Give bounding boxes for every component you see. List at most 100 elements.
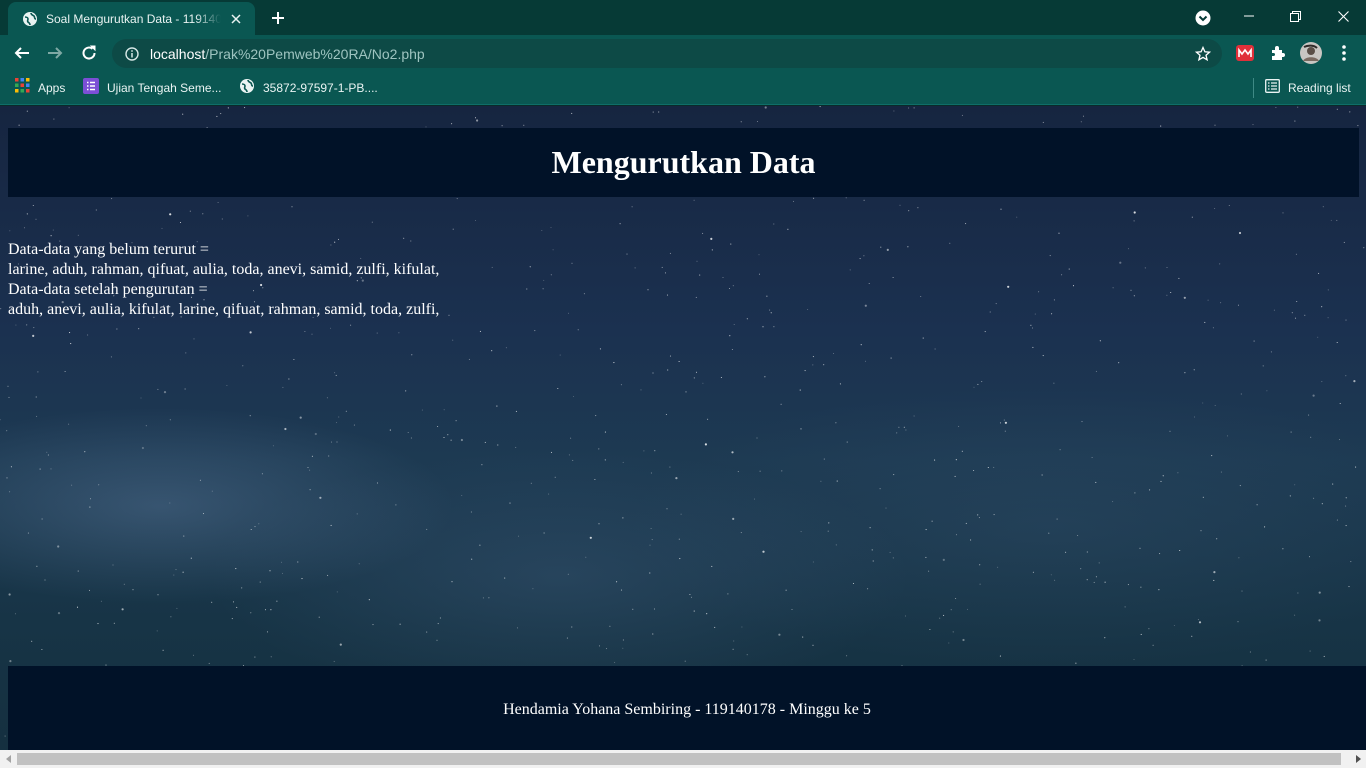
new-tab-button[interactable] [266,6,290,30]
star-dot [740,532,742,534]
star-dot [554,476,556,478]
star-dot [896,432,898,434]
bookmark-label: 35872-97597-1-PB.... [263,81,378,95]
star-dot [169,213,172,216]
minimize-button[interactable] [1226,0,1272,32]
star-dot [756,120,759,123]
star-dot [791,608,793,611]
star-dot [1166,266,1168,269]
avatar[interactable] [1300,42,1322,64]
menu-kebab-icon[interactable] [1333,42,1355,64]
scrollbar-thumb[interactable] [17,753,1341,765]
star-dot [598,448,600,450]
star-dot [276,600,278,602]
bookmark-apps[interactable]: Apps [15,77,65,99]
star-dot [812,364,814,366]
star-dot [1127,584,1129,586]
star-dot [399,623,401,625]
close-tab-icon[interactable] [227,10,245,28]
star-dot [1289,495,1291,497]
footer-text: Hendamia Yohana Sembiring - 119140178 - … [503,701,871,718]
scroll-right-arrow-icon[interactable] [1349,750,1366,768]
star-dot [802,636,804,638]
page-content: Data-data yang belum terurut = larine, a… [8,240,439,320]
star-dot [31,640,33,642]
extension-icon[interactable] [1234,42,1256,64]
star-dot [411,354,413,356]
star-dot [501,125,503,127]
bookmark-star-icon[interactable] [1194,45,1212,63]
star-dot [931,520,933,522]
star-dot [52,229,54,231]
url-text: localhost/Prak%20Pemweb%20RA/No2.php [150,46,425,62]
horizontal-scrollbar[interactable] [0,750,1366,768]
star-dot [616,581,618,583]
star-dot [532,588,534,590]
star-dot [110,356,112,358]
star-dot [244,107,246,109]
star-dot [481,464,483,466]
reading-list-button[interactable]: Reading list [1265,77,1351,99]
star-dot [792,200,795,202]
star-dot [868,282,870,285]
star-dot [890,357,892,359]
star-dot [572,395,575,398]
star-dot [710,237,713,240]
star-dot [622,647,624,649]
star-dot [626,253,628,255]
scroll-left-arrow-icon[interactable] [0,750,17,768]
extensions-puzzle-icon[interactable] [1267,42,1289,64]
star-dot [707,418,709,420]
star-dot [1124,606,1126,608]
back-button[interactable] [8,39,36,67]
star-dot [439,617,441,619]
star-dot [216,115,218,117]
address-bar[interactable]: localhost/Prak%20Pemweb%20RA/No2.php [112,39,1222,68]
bookmark-pdf[interactable]: 35872-97597-1-PB.... [239,77,378,99]
close-window-button[interactable] [1320,0,1366,32]
reload-button[interactable] [75,39,103,67]
star-dot [1353,380,1356,383]
star-dot [202,213,204,215]
star-dot [326,397,328,399]
star-dot [1075,662,1077,664]
star-dot [885,507,887,509]
star-dot [620,589,623,591]
forward-button[interactable] [41,39,69,67]
star-dot [309,469,311,471]
star-dot [1345,375,1347,377]
star-dot [1202,496,1204,498]
star-dot [98,484,100,486]
restore-button[interactable] [1272,0,1318,32]
star-dot [456,198,458,200]
star-dot [443,409,445,411]
star-dot [50,468,52,470]
star-dot [1104,581,1106,583]
star-dot [7,385,9,387]
browser-tab[interactable]: Soal Mengurutkan Data - 119140178 [8,2,255,35]
bookmark-ujian[interactable]: Ujian Tengah Seme... [83,77,222,99]
star-dot [1349,111,1351,113]
tab-search-icon[interactable] [1193,8,1213,28]
star-dot [823,458,825,460]
star-dot [741,626,743,628]
star-dot [280,561,283,563]
star-dot [372,624,374,626]
star-dot [236,606,238,608]
star-dot [571,112,573,114]
star-dot [515,410,517,412]
star-dot [447,434,449,436]
star-dot [182,113,184,115]
star-dot [543,279,545,281]
site-info-icon[interactable] [124,46,140,62]
star-dot [1237,621,1239,623]
star-dot [376,332,378,334]
star-dot [1214,404,1216,407]
star-dot [476,119,479,122]
star-dot [651,539,653,541]
star-dot [907,246,909,248]
star-dot [753,498,756,500]
star-dot [666,294,669,296]
star-dot [35,396,37,398]
star-dot [550,227,552,229]
